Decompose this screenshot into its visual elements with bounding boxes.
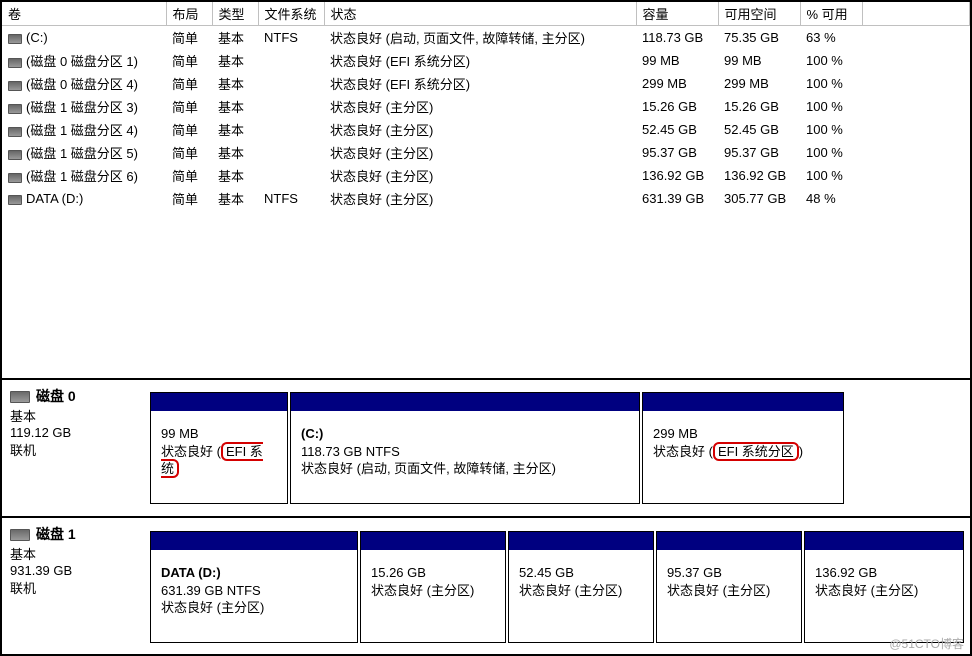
disk-icon xyxy=(10,391,30,403)
col-empty xyxy=(862,2,970,26)
col-volume[interactable]: 卷 xyxy=(2,2,166,26)
partition-header-bar xyxy=(151,532,357,550)
partition-block[interactable]: 15.26 GB状态良好 (主分区) xyxy=(360,531,506,643)
volume-icon xyxy=(8,104,22,114)
partition-header-bar xyxy=(291,393,639,411)
header-row: 卷 布局 类型 文件系统 状态 容量 可用空间 % 可用 xyxy=(2,2,970,26)
partition-block[interactable]: 52.45 GB状态良好 (主分区) xyxy=(508,531,654,643)
table-row[interactable]: (磁盘 1 磁盘分区 5)简单基本状态良好 (主分区)95.37 GB95.37… xyxy=(2,141,970,164)
disks-diagram-pane: 磁盘 0基本119.12 GB联机99 MB状态良好 (EFI 系统(C:)11… xyxy=(2,380,970,654)
partition-block[interactable]: 136.92 GB状态良好 (主分区) xyxy=(804,531,964,643)
partition-header-bar xyxy=(657,532,801,550)
volume-list-pane: 卷 布局 类型 文件系统 状态 容量 可用空间 % 可用 (C:)简单基本NTF… xyxy=(2,2,970,380)
col-capacity[interactable]: 容量 xyxy=(636,2,718,26)
col-type[interactable]: 类型 xyxy=(212,2,258,26)
partition-header-bar xyxy=(805,532,963,550)
col-freespace[interactable]: 可用空间 xyxy=(718,2,800,26)
disk-info[interactable]: 磁盘 0基本119.12 GB联机 xyxy=(2,380,150,516)
partition-block[interactable]: 99 MB状态良好 (EFI 系统 xyxy=(150,392,288,504)
partition-block[interactable]: (C:)118.73 GB NTFS状态良好 (启动, 页面文件, 故障转储, … xyxy=(290,392,640,504)
watermark: @51CTO博客 xyxy=(889,635,964,652)
col-filesystem[interactable]: 文件系统 xyxy=(258,2,324,26)
table-row[interactable]: (C:)简单基本NTFS状态良好 (启动, 页面文件, 故障转储, 主分区)11… xyxy=(2,26,970,50)
table-row[interactable]: (磁盘 0 磁盘分区 1)简单基本状态良好 (EFI 系统分区)99 MB99 … xyxy=(2,49,970,72)
volume-icon xyxy=(8,34,22,44)
disk-row: 磁盘 1基本931.39 GB联机DATA (D:)631.39 GB NTFS… xyxy=(2,518,970,654)
col-status[interactable]: 状态 xyxy=(324,2,636,26)
table-row[interactable]: (磁盘 1 磁盘分区 6)简单基本状态良好 (主分区)136.92 GB136.… xyxy=(2,164,970,187)
disk-icon xyxy=(10,529,30,541)
partition-header-bar xyxy=(509,532,653,550)
disk-management-window: 卷 布局 类型 文件系统 状态 容量 可用空间 % 可用 (C:)简单基本NTF… xyxy=(0,0,972,656)
partition-block[interactable]: DATA (D:)631.39 GB NTFS状态良好 (主分区) xyxy=(150,531,358,643)
col-pctfree[interactable]: % 可用 xyxy=(800,2,862,26)
volume-icon xyxy=(8,173,22,183)
partition-header-bar xyxy=(151,393,287,411)
disk-partitions: 99 MB状态良好 (EFI 系统(C:)118.73 GB NTFS状态良好 … xyxy=(150,380,970,516)
partition-block[interactable]: 95.37 GB状态良好 (主分区) xyxy=(656,531,802,643)
volume-icon xyxy=(8,195,22,205)
volume-icon xyxy=(8,127,22,137)
table-row[interactable]: (磁盘 1 磁盘分区 4)简单基本状态良好 (主分区)52.45 GB52.45… xyxy=(2,118,970,141)
col-layout[interactable]: 布局 xyxy=(166,2,212,26)
table-row[interactable]: (磁盘 1 磁盘分区 3)简单基本状态良好 (主分区)15.26 GB15.26… xyxy=(2,95,970,118)
volume-icon xyxy=(8,150,22,160)
partition-block[interactable]: 299 MB状态良好 (EFI 系统分区) xyxy=(642,392,844,504)
disk-partitions: DATA (D:)631.39 GB NTFS状态良好 (主分区)15.26 G… xyxy=(150,518,970,654)
partition-header-bar xyxy=(361,532,505,550)
partition-header-bar xyxy=(643,393,843,411)
volume-table[interactable]: 卷 布局 类型 文件系统 状态 容量 可用空间 % 可用 (C:)简单基本NTF… xyxy=(2,2,970,210)
table-row[interactable]: (磁盘 0 磁盘分区 4)简单基本状态良好 (EFI 系统分区)299 MB29… xyxy=(2,72,970,95)
volume-icon xyxy=(8,81,22,91)
volume-icon xyxy=(8,58,22,68)
disk-info[interactable]: 磁盘 1基本931.39 GB联机 xyxy=(2,518,150,654)
table-row[interactable]: DATA (D:)简单基本NTFS状态良好 (主分区)631.39 GB305.… xyxy=(2,187,970,210)
disk-row: 磁盘 0基本119.12 GB联机99 MB状态良好 (EFI 系统(C:)11… xyxy=(2,380,970,518)
